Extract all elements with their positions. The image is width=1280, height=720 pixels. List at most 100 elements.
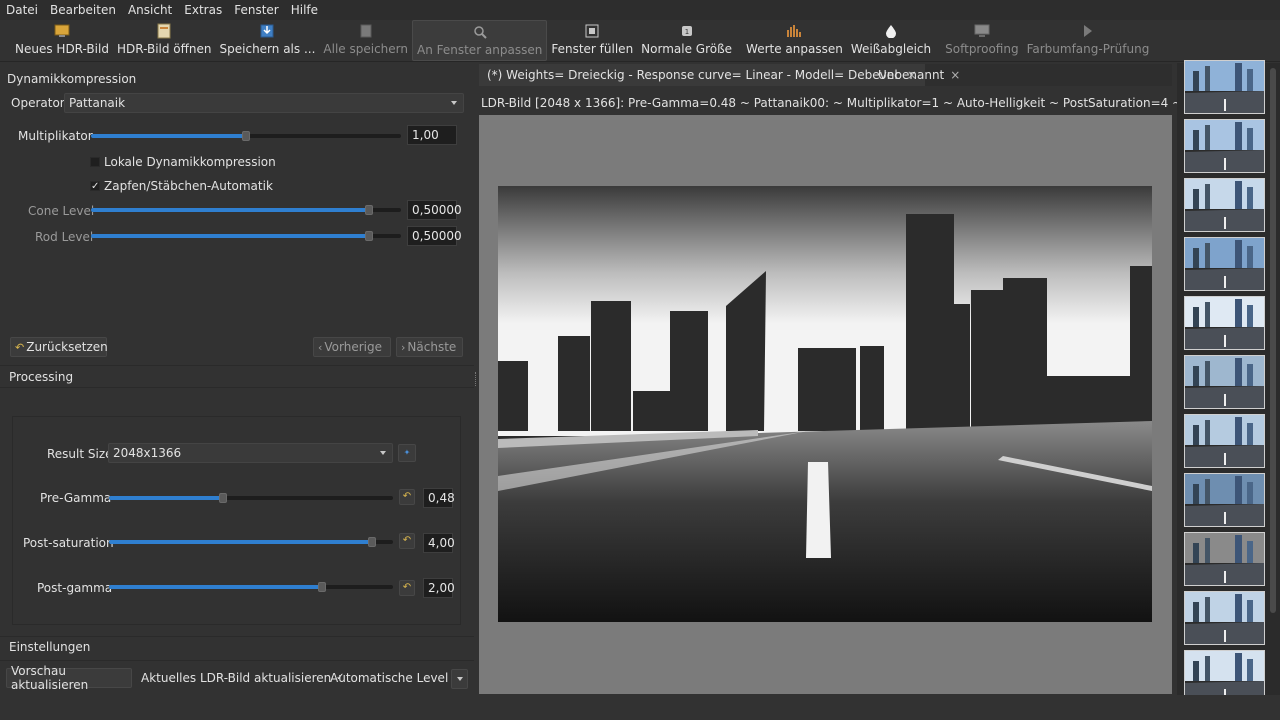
rod-level-slider[interactable] — [91, 231, 401, 241]
menu-hilfe[interactable]: Hilfe — [285, 3, 324, 17]
save-as-icon — [259, 23, 275, 39]
add-size-button[interactable]: ✦ — [398, 444, 416, 462]
update-preview-button[interactable]: Vorschau aktualisieren — [6, 664, 132, 692]
post-saturation-label: Post-saturation — [23, 536, 114, 550]
auto-cone-rod-checkbox[interactable]: ✓ Zapfen/Stäbchen-Automatik — [90, 179, 273, 193]
thumbnail-item[interactable] — [1184, 119, 1265, 173]
pre-gamma-label: Pre-Gamma — [40, 491, 112, 505]
ldr-image — [498, 186, 1152, 622]
thumbnail-item[interactable] — [1184, 60, 1265, 114]
thumbnail-scrollbar[interactable] — [1268, 63, 1278, 695]
menu-ansicht[interactable]: Ansicht — [122, 3, 178, 17]
tonemap-section-title: Dynamikkompression — [7, 72, 137, 86]
cone-level-handle[interactable] — [365, 205, 373, 215]
previous-button[interactable]: ‹ Vorherige — [313, 337, 391, 357]
thumbnail-item[interactable] — [1184, 473, 1265, 527]
splitter-handle[interactable] — [475, 372, 478, 386]
gamut-check-button[interactable]: Farbumfang-Prüfung — [1023, 20, 1154, 61]
softproof-button[interactable]: Softproofing — [941, 20, 1022, 61]
new-hdr-icon — [54, 23, 70, 39]
open-hdr-icon — [156, 23, 172, 39]
image-viewport[interactable] — [479, 115, 1172, 694]
thumbnail-item[interactable] — [1184, 178, 1265, 232]
post-saturation-handle[interactable] — [368, 537, 376, 547]
gamut-check-icon — [1080, 23, 1096, 39]
post-saturation-reset-icon[interactable]: ↶ — [399, 533, 415, 549]
save-as-button[interactable]: Speichern als ... — [216, 20, 320, 61]
open-hdr-button[interactable]: HDR-Bild öffnen — [113, 20, 216, 61]
close-icon[interactable]: × — [950, 68, 960, 82]
cone-level-field[interactable]: 0,50000 — [407, 200, 462, 220]
white-balance-button[interactable]: Weißabgleich — [847, 20, 935, 61]
levels-button[interactable]: Werte anpassen — [742, 20, 847, 61]
tab-unbenannt[interactable]: Unbenannt × — [870, 64, 968, 86]
post-gamma-field[interactable]: 2,00 — [423, 578, 455, 598]
rod-level-handle[interactable] — [365, 231, 373, 241]
checkmark-icon: ✓ — [90, 181, 100, 192]
thumbnail-item[interactable] — [1184, 237, 1265, 291]
thumbnail-item[interactable] — [1184, 591, 1265, 645]
local-tonemap-checkbox[interactable]: Lokale Dynamikkompression — [90, 155, 276, 169]
thumbnail-item[interactable] — [1184, 296, 1265, 350]
menu-bearbeiten[interactable]: Bearbeiten — [44, 3, 122, 17]
post-gamma-handle[interactable] — [318, 582, 326, 592]
fill-window-button[interactable]: Fenster füllen — [547, 20, 637, 61]
divider — [0, 365, 474, 366]
result-size-select[interactable]: 2048x1366 — [108, 443, 393, 463]
menu-datei[interactable]: Datei — [0, 3, 44, 17]
save-all-button[interactable]: Alle speichern — [319, 20, 412, 61]
undo-icon: ↶ — [15, 340, 25, 354]
reset-button[interactable]: ↶ Zurücksetzen — [10, 337, 108, 357]
normal-size-button[interactable]: 1 Normale Größe — [637, 20, 736, 61]
pre-gamma-field[interactable]: 0,48 — [423, 488, 455, 508]
auto-levels-menu-button[interactable] — [451, 669, 468, 689]
post-gamma-reset-icon[interactable]: ↶ — [399, 580, 415, 596]
operator-label: Operator — [11, 96, 65, 110]
thumbnail-item[interactable] — [1184, 532, 1265, 586]
divider — [0, 660, 474, 661]
new-hdr-button[interactable]: Neues HDR-Bild — [11, 20, 113, 61]
chevron-right-icon: › — [401, 340, 406, 354]
menu-extras[interactable]: Extras — [178, 3, 228, 17]
rod-level-field[interactable]: 0,50000 — [407, 226, 462, 246]
pre-gamma-slider[interactable] — [109, 493, 393, 503]
multiplier-slider-handle[interactable] — [242, 131, 250, 141]
thumbnail-item[interactable] — [1184, 414, 1265, 468]
image-info-line: LDR-Bild [2048 x 1366]: Pre-Gamma=0.48 ~… — [481, 96, 1277, 110]
softproof-icon — [974, 23, 990, 39]
white-balance-icon — [883, 23, 899, 39]
post-saturation-field[interactable]: 4,00 — [423, 533, 455, 553]
menu-bar: Datei Bearbeiten Ansicht Extras Fenster … — [0, 0, 1280, 20]
thumbnail-item[interactable] — [1184, 355, 1265, 409]
normal-size-icon: 1 — [679, 23, 695, 39]
rod-level-label: Rod Level — [35, 230, 94, 244]
pre-gamma-reset-icon[interactable]: ↶ — [399, 489, 415, 505]
post-gamma-label: Post-gamma — [37, 581, 113, 595]
fill-window-icon — [584, 23, 600, 39]
scrollbar-knob[interactable] — [1270, 68, 1276, 613]
left-panel: Dynamikkompression Operator Pattanaik Mu… — [0, 63, 474, 695]
pre-gamma-handle[interactable] — [219, 493, 227, 503]
update-ldr-checkbox[interactable]: Aktuelles LDR-Bild aktualisieren ✓ — [141, 671, 345, 685]
svg-text:1: 1 — [684, 28, 688, 36]
zoom-fit-button[interactable]: An Fenster anpassen — [411, 20, 548, 61]
menu-fenster[interactable]: Fenster — [228, 3, 285, 17]
multiplier-value-field[interactable]: 1,00 — [407, 125, 457, 145]
cone-level-slider[interactable] — [91, 205, 401, 215]
multiplier-slider[interactable] — [91, 131, 401, 141]
operator-select[interactable]: Pattanaik — [64, 93, 464, 113]
document-tabs: (*) Weights= Dreieckig - Response curve=… — [479, 64, 1172, 86]
zoom-fit-icon — [472, 24, 488, 40]
divider — [0, 636, 474, 637]
next-button[interactable]: › Nächste — [396, 337, 463, 357]
chevron-down-icon — [451, 101, 457, 105]
processing-section-title: Processing — [9, 370, 74, 384]
chevron-down-icon — [456, 677, 463, 681]
auto-levels-checkbox[interactable]: Automatische Level ✓ — [330, 671, 462, 685]
result-size-label: Result Size — [47, 447, 113, 461]
tab-debevec[interactable]: (*) Weights= Dreieckig - Response curve=… — [479, 64, 925, 86]
status-bar — [0, 695, 1280, 720]
post-saturation-slider[interactable] — [109, 537, 393, 547]
post-gamma-slider[interactable] — [109, 582, 393, 592]
divider — [0, 387, 474, 388]
